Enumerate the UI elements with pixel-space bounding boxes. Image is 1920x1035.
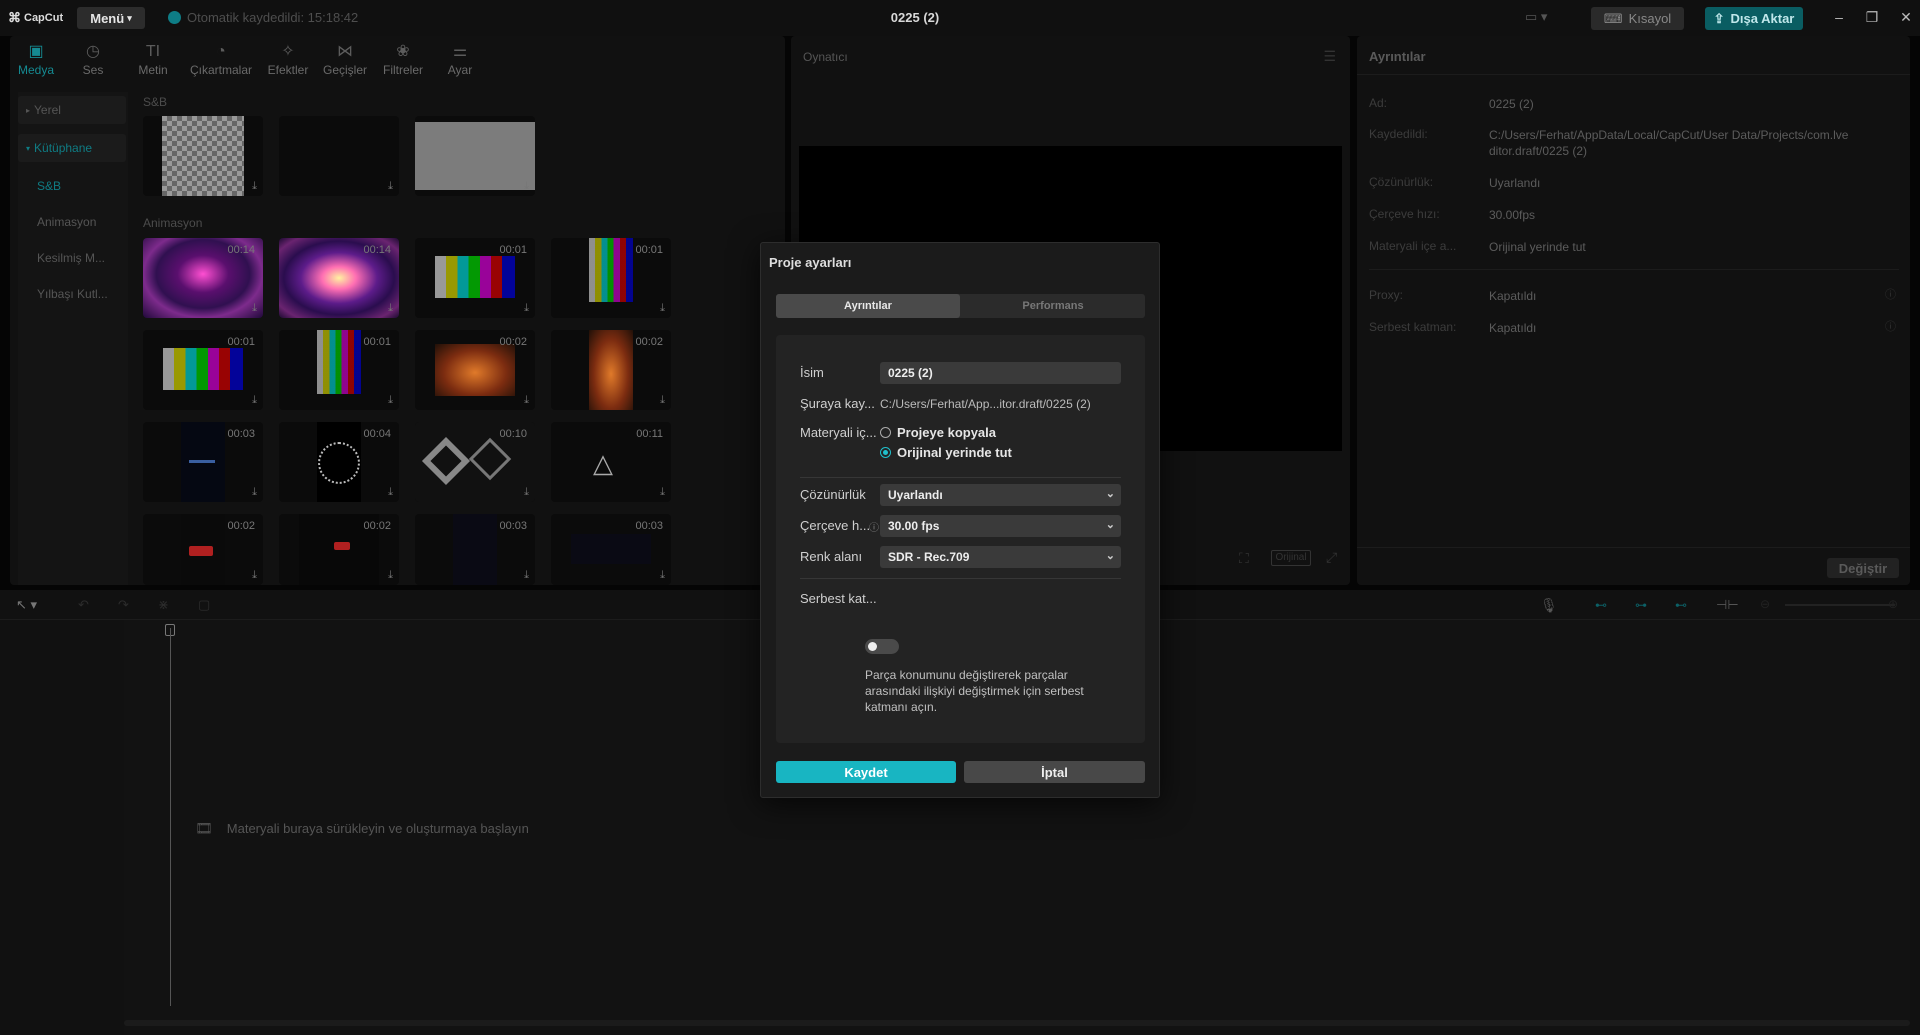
dialog-title: Proje ayarları [769,255,852,270]
radio-copy-to-project[interactable]: Projeye kopyala [880,425,996,440]
radio-unchecked-icon [880,427,891,438]
resolution-value: Uyarlandı [888,488,943,502]
toggle-knob [868,642,877,651]
colorspace-select[interactable]: SDR - Rec.709 ⌄ [880,546,1121,568]
dialog-tabs: Ayrıntılar Performans [776,294,1145,318]
free-layer-description: Parça konumunu değiştirerek parçalar ara… [865,668,1084,714]
free-layer-label: Serbest kat... [800,591,877,606]
save-to-label: Şuraya kay... [800,396,875,411]
divider [800,477,1121,478]
project-settings-dialog: Proje ayarları Ayrıntılar Performans İsi… [760,242,1160,798]
framerate-value: 30.00 fps [888,519,940,533]
import-label: Materyali iç... [800,425,877,440]
colorspace-value: SDR - Rec.709 [888,550,970,564]
cancel-button[interactable]: İptal [964,761,1145,783]
chevron-down-icon: ⌄ [1105,488,1115,500]
radio-label: Orijinal yerinde tut [897,445,1012,460]
chevron-down-icon: ⌄ [1105,519,1115,531]
tab-performance[interactable]: Performans [961,294,1145,318]
framerate-select[interactable]: 30.00 fps ⌄ [880,515,1121,537]
radio-checked-icon [880,447,891,458]
free-layer-toggle[interactable] [865,639,899,654]
name-field[interactable]: 0225 (2) [880,362,1121,384]
colorspace-label: Renk alanı [800,549,863,564]
save-to-path: C:/Users/Ferhat/App...itor.draft/0225 (2… [880,397,1091,411]
radio-keep-original[interactable]: Orijinal yerinde tut [880,445,1012,460]
name-label: İsim [800,365,824,380]
resolution-label: Çözünürlük [800,487,866,502]
save-button[interactable]: Kaydet [776,761,956,783]
framerate-label: Çerçeve h... [800,518,871,533]
tab-details[interactable]: Ayrıntılar [776,294,960,318]
divider [800,578,1121,579]
info-icon[interactable]: ⓘ [869,519,879,534]
resolution-select[interactable]: Uyarlandı ⌄ [880,484,1121,506]
radio-label: Projeye kopyala [897,425,996,440]
chevron-down-icon: ⌄ [1105,550,1115,562]
